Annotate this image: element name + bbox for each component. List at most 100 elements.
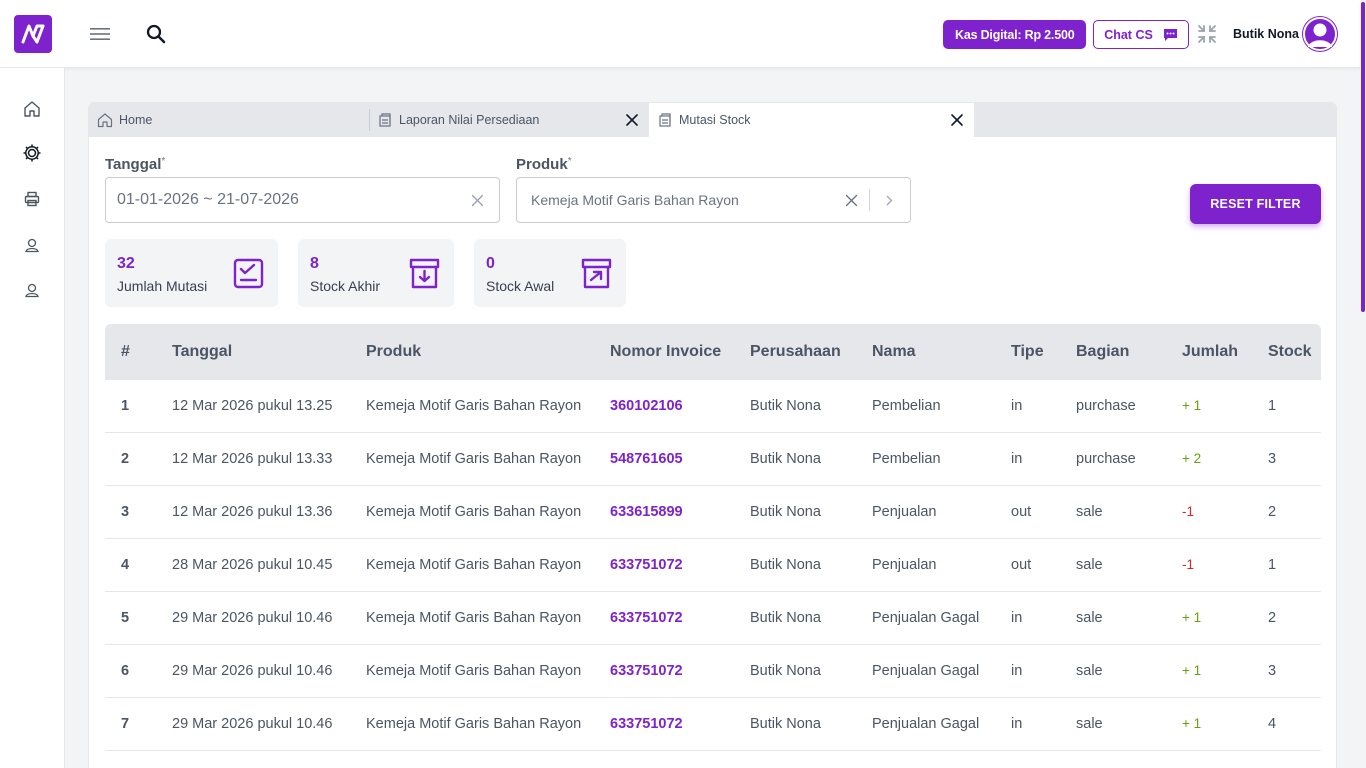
column-header[interactable]: Nama — [872, 343, 916, 361]
row-type: in — [1011, 610, 1023, 626]
kas-digital-label: Kas Digital: Rp 2.500 — [955, 27, 1075, 42]
invoice-link[interactable]: 633751072 — [610, 663, 683, 679]
row-name: Pembelian — [872, 398, 941, 414]
page-scrollbar-thumb[interactable] — [1361, 2, 1365, 312]
column-header[interactable]: # — [121, 343, 130, 361]
row-type: in — [1011, 451, 1023, 467]
user-name[interactable]: Butik Nona — [1233, 27, 1299, 41]
fullscreen-exit-icon[interactable] — [1197, 24, 1217, 44]
search-icon[interactable] — [144, 22, 168, 46]
row-company: Butik Nona — [750, 451, 821, 467]
row-product: Kemeja Motif Garis Bahan Rayon — [366, 716, 582, 732]
tab-bar: Home Laporan Nilai Persediaan Mutasi Sto… — [89, 103, 1336, 137]
kas-digital-button[interactable]: Kas Digital: Rp 2.500 — [943, 20, 1087, 49]
tab-mutasi-stock[interactable]: Mutasi Stock — [649, 103, 974, 137]
table-row[interactable]: 1 12 Mar 2026 pukul 13.25 Kemeja Motif G… — [105, 380, 1321, 433]
row-stock: 2 — [1268, 610, 1277, 626]
tab-label: Home — [119, 113, 153, 127]
stat-value: 32 — [117, 255, 135, 272]
column-header[interactable]: Perusahaan — [750, 343, 841, 361]
top-bar: Kas Digital: Rp 2.500 Chat CS Butik Nona — [0, 0, 1366, 68]
app-logo[interactable] — [14, 15, 52, 53]
produk-select-value: Kemeja Motif Garis Bahan Rayon — [531, 192, 739, 208]
invoice-link[interactable]: 633751072 — [610, 610, 683, 626]
row-type: out — [1011, 557, 1032, 573]
chat-cs-button[interactable]: Chat CS — [1093, 20, 1189, 49]
row-section: sale — [1076, 716, 1103, 732]
column-header[interactable]: Tanggal — [172, 343, 232, 361]
row-date: 12 Mar 2026 pukul 13.25 — [172, 398, 333, 414]
row-number: 4 — [121, 557, 130, 573]
clear-icon[interactable] — [845, 194, 858, 212]
table-row[interactable]: 4 28 Mar 2026 pukul 10.45 Kemeja Motif G… — [105, 539, 1321, 592]
column-header[interactable]: Stock — [1268, 343, 1312, 361]
row-section: sale — [1076, 557, 1103, 573]
row-company: Butik Nona — [750, 398, 821, 414]
tanggal-label: Tanggal* — [105, 156, 165, 173]
row-company: Butik Nona — [750, 557, 821, 573]
table-row[interactable]: 7 29 Mar 2026 pukul 10.46 Kemeja Motif G… — [105, 698, 1321, 751]
hamburger-menu-icon[interactable] — [88, 22, 112, 46]
tab-laporan-nilai-persediaan[interactable]: Laporan Nilai Persediaan — [370, 103, 649, 137]
column-header[interactable]: Produk — [366, 343, 421, 361]
produk-select[interactable]: Kemeja Motif Garis Bahan Rayon — [516, 177, 911, 223]
row-section: sale — [1076, 504, 1103, 520]
row-date: 12 Mar 2026 pukul 13.36 — [172, 504, 333, 520]
settings-gear-icon[interactable] — [21, 142, 43, 164]
column-header[interactable]: Nomor Invoice — [610, 343, 721, 361]
row-type: in — [1011, 398, 1023, 414]
row-stock: 1 — [1268, 557, 1277, 573]
table-row[interactable]: 5 29 Mar 2026 pukul 10.46 Kemeja Motif G… — [105, 592, 1321, 645]
row-stock: 3 — [1268, 663, 1277, 679]
row-quantity: -1 — [1182, 504, 1195, 519]
row-quantity: + 1 — [1182, 398, 1202, 413]
row-date: 29 Mar 2026 pukul 10.46 — [172, 663, 333, 679]
row-section: sale — [1076, 610, 1103, 626]
printer-icon[interactable] — [21, 188, 43, 210]
home-icon[interactable] — [21, 98, 43, 120]
row-type: in — [1011, 716, 1023, 732]
table-row[interactable]: 2 12 Mar 2026 pukul 13.33 Kemeja Motif G… — [105, 433, 1321, 486]
user-report-icon[interactable] — [21, 234, 43, 256]
row-number: 2 — [121, 451, 130, 467]
table-row[interactable]: 3 12 Mar 2026 pukul 13.36 Kemeja Motif G… — [105, 486, 1321, 539]
column-header[interactable]: Tipe — [1011, 343, 1044, 361]
user-settings-icon[interactable] — [21, 279, 43, 301]
document-icon — [657, 112, 673, 128]
close-icon[interactable] — [950, 113, 964, 127]
reset-filter-button[interactable]: RESET FILTER — [1190, 184, 1321, 224]
chevron-right-icon[interactable] — [884, 194, 894, 212]
row-stock: 4 — [1268, 716, 1277, 732]
clear-icon[interactable] — [471, 194, 484, 212]
date-range-input[interactable]: 01-01-2026 ~ 21-07-2026 — [105, 177, 500, 223]
row-type: in — [1011, 663, 1023, 679]
column-header[interactable]: Bagian — [1076, 343, 1129, 361]
invoice-link[interactable]: 548761605 — [610, 451, 683, 467]
row-number: 6 — [121, 663, 130, 679]
close-icon[interactable] — [625, 113, 639, 127]
stat-label: Jumlah Mutasi — [117, 278, 208, 294]
row-quantity: + 1 — [1182, 663, 1202, 678]
row-type: out — [1011, 504, 1032, 520]
chat-cs-label: Chat CS — [1104, 27, 1153, 42]
invoice-link[interactable]: 360102106 — [610, 398, 683, 414]
required-mark: * — [161, 156, 166, 167]
invoice-link[interactable]: 633615899 — [610, 504, 683, 520]
row-name: Penjualan Gagal — [872, 610, 980, 626]
row-number: 5 — [121, 610, 130, 626]
row-product: Kemeja Motif Garis Bahan Rayon — [366, 451, 582, 467]
row-number: 1 — [121, 398, 130, 414]
tab-home[interactable]: Home — [89, 103, 369, 137]
invoice-link[interactable]: 633751072 — [610, 557, 683, 573]
row-section: purchase — [1076, 451, 1136, 467]
table-row[interactable]: 6 29 Mar 2026 pukul 10.46 Kemeja Motif G… — [105, 645, 1321, 698]
row-product: Kemeja Motif Garis Bahan Rayon — [366, 557, 582, 573]
row-number: 3 — [121, 504, 130, 520]
invoice-link[interactable]: 633751072 — [610, 716, 683, 732]
date-range-value: 01-01-2026 ~ 21-07-2026 — [117, 191, 299, 208]
tanggal-label-text: Tanggal — [105, 156, 162, 173]
user-avatar-icon[interactable] — [1302, 16, 1338, 52]
row-quantity: + 1 — [1182, 716, 1202, 731]
archive-in-icon — [409, 258, 440, 289]
column-header[interactable]: Jumlah — [1182, 343, 1238, 361]
